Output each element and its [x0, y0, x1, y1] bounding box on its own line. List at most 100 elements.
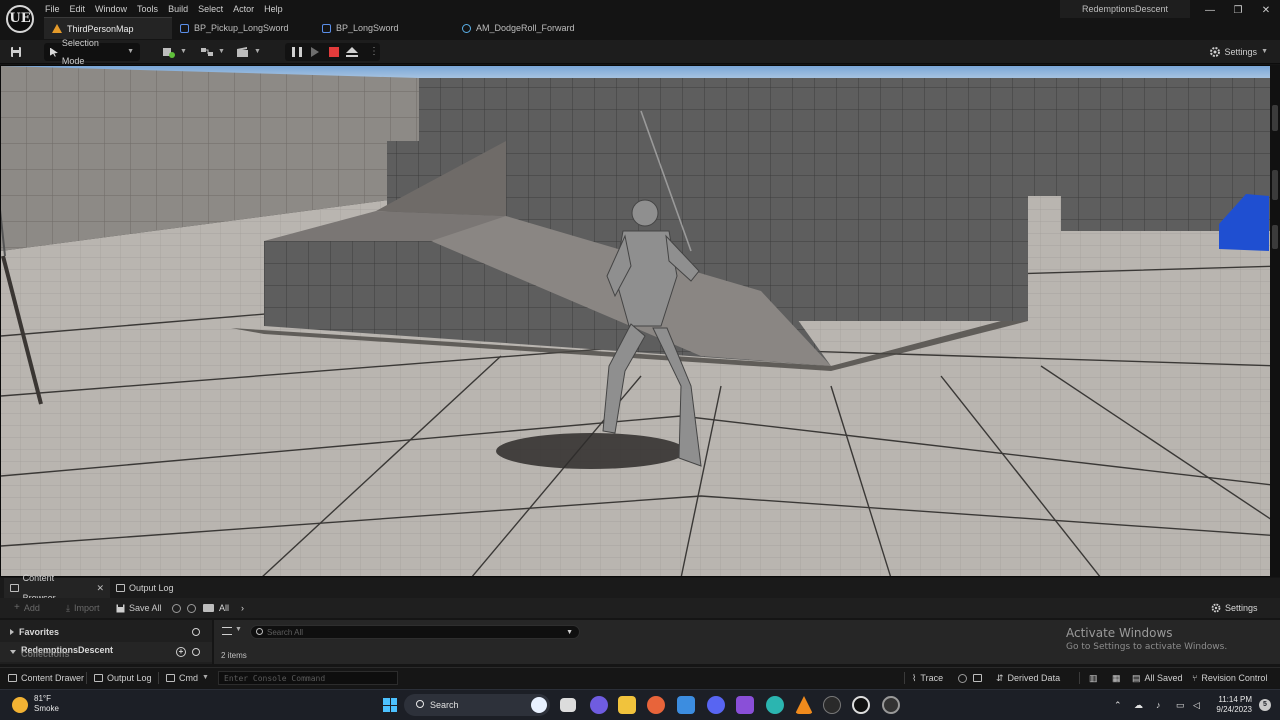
console-command-input[interactable]	[219, 672, 397, 684]
taskbar-search[interactable]: Search	[404, 694, 550, 716]
asset-search-input[interactable]	[267, 626, 557, 638]
restore-button[interactable]: ❐	[1224, 0, 1252, 22]
trace-button[interactable]: ⌇ Trace	[912, 668, 943, 688]
add-button[interactable]: + Add	[14, 598, 40, 618]
expand-arrow-icon	[10, 629, 14, 635]
pause-icon[interactable]	[292, 47, 302, 57]
github-desktop-icon[interactable]	[823, 696, 841, 714]
breadcrumb-all[interactable]: All ›	[219, 598, 244, 618]
tab-bp-longsword[interactable]: BP_LongSword	[314, 17, 454, 39]
close-icon[interactable]: ✕	[96, 578, 104, 598]
blueprint-icon	[180, 23, 189, 33]
blueprint-menu-button[interactable]: ▼	[200, 43, 225, 61]
menu-build[interactable]: Build	[163, 2, 193, 16]
windows-start-icon[interactable]	[383, 698, 397, 712]
output-log-icon	[94, 674, 103, 682]
unreal-logo-icon[interactable]: UE	[6, 5, 34, 33]
watermark-title: Activate Windows	[1066, 626, 1173, 640]
task-view-icon[interactable]	[560, 698, 576, 712]
save-button[interactable]	[10, 43, 22, 61]
level-viewport[interactable]	[0, 65, 1280, 577]
menu-tools[interactable]: Tools	[132, 2, 163, 16]
title-bar: UE File Edit Window Tools Build Select A…	[0, 0, 1280, 40]
volume-icon[interactable]: ◁	[1193, 690, 1200, 720]
content-drawer-button[interactable]: Content Drawer	[8, 668, 84, 688]
menu-select[interactable]: Select	[193, 2, 228, 16]
chevron-down-icon[interactable]: ▼	[566, 626, 573, 639]
vlc-icon[interactable]	[795, 696, 813, 714]
all-saved-indicator[interactable]: ▤ All Saved	[1132, 668, 1183, 688]
epic-launcher-icon[interactable]	[882, 696, 900, 714]
add-collection-icon[interactable]: +	[176, 647, 186, 657]
menu-window[interactable]: Window	[90, 2, 132, 16]
weather-widget[interactable]: 81°F Smoke	[12, 694, 59, 714]
tab-output-log[interactable]: Output Log	[110, 578, 180, 598]
record-button[interactable]	[958, 668, 967, 688]
tab-bp-pickup-longsword[interactable]: BP_Pickup_LongSword	[172, 17, 314, 39]
source-control-button[interactable]: ▦	[1112, 668, 1121, 688]
stop-icon[interactable]	[329, 47, 339, 57]
step-icon[interactable]	[311, 47, 319, 57]
close-button[interactable]: ✕	[1252, 0, 1280, 22]
discord-icon[interactable]	[707, 696, 725, 714]
cmd-dropdown[interactable]: Cmd ▼	[166, 668, 209, 688]
teams-chat-icon[interactable]	[590, 696, 608, 714]
revision-control-button[interactable]: ⑂ Revision Control	[1192, 668, 1267, 688]
tab-am-dodgeroll-forward[interactable]: AM_DodgeRoll_Forward	[454, 17, 584, 39]
cloud-icon[interactable]: ☁	[1134, 690, 1143, 720]
scrollbar-thumb[interactable]	[1272, 170, 1278, 200]
minimize-button[interactable]: —	[1196, 0, 1224, 22]
history-back-button[interactable]	[172, 598, 181, 618]
tab-content-browser[interactable]: Content Browser ✕	[4, 573, 110, 603]
chevron-up-icon[interactable]: ⌃	[1114, 690, 1122, 720]
items-count: 2 items	[221, 651, 247, 660]
microphone-icon[interactable]: ♪	[1156, 690, 1161, 720]
network-icon[interactable]: ▭	[1176, 690, 1185, 720]
import-button[interactable]: ⤓ Import	[66, 598, 100, 618]
app-icon[interactable]	[766, 696, 784, 714]
visual-studio-icon[interactable]	[736, 696, 754, 714]
stats-button[interactable]: ▥	[1089, 668, 1098, 688]
unreal-engine-icon[interactable]	[852, 696, 870, 714]
favorites-section[interactable]: Favorites	[0, 622, 212, 642]
viewport-scrollbar[interactable]	[1270, 65, 1280, 577]
scrollbar-thumb[interactable]	[1272, 225, 1278, 249]
scrollbar-thumb[interactable]	[1272, 105, 1278, 131]
add-actor-button[interactable]: ▼	[162, 43, 187, 61]
project-folder-section[interactable]: RedemptionsDescent Collections +	[0, 642, 212, 662]
path-folder-button[interactable]	[203, 598, 214, 618]
store-icon[interactable]	[677, 696, 695, 714]
revision-control-label: Revision Control	[1201, 673, 1268, 683]
search-icon[interactable]	[192, 648, 200, 656]
viewport-settings-button[interactable]: Settings ▼	[1209, 43, 1268, 61]
cinematics-menu-button[interactable]: ▼	[236, 43, 261, 61]
selection-mode-dropdown[interactable]: Selection Mode ▼	[44, 38, 140, 66]
menu-help[interactable]: Help	[259, 2, 288, 16]
history-forward-button[interactable]	[187, 598, 196, 618]
output-log-button[interactable]: Output Log	[94, 668, 152, 688]
chevron-down-icon: ▼	[127, 48, 134, 55]
filter-icon[interactable]	[222, 627, 232, 635]
file-explorer-icon[interactable]	[618, 696, 636, 714]
taskbar-clock[interactable]: 11:14 PM 9/24/2023	[1216, 695, 1252, 715]
chevron-down-icon: ▼	[1261, 48, 1268, 55]
more-options-icon[interactable]: ⋮	[369, 45, 379, 59]
notification-badge[interactable]: 5	[1259, 699, 1271, 711]
derived-data-button[interactable]: ⇵ Derived Data	[996, 668, 1060, 688]
firefox-icon[interactable]	[647, 696, 665, 714]
save-all-button[interactable]: Save All	[116, 598, 162, 618]
divider	[1079, 672, 1080, 684]
eject-icon[interactable]	[346, 47, 358, 57]
menu-actor[interactable]: Actor	[228, 2, 259, 16]
settings-label: Settings	[1224, 47, 1258, 57]
menu-edit[interactable]: Edit	[65, 2, 91, 16]
search-icon[interactable]	[192, 628, 200, 636]
forward-arrow-icon	[187, 603, 196, 613]
menu-file[interactable]: File	[40, 2, 65, 16]
collapse-arrow-icon	[10, 650, 16, 654]
chevron-down-icon[interactable]: ▼	[235, 626, 242, 633]
asset-search-bar: ▼	[250, 625, 580, 639]
save-status-icon: ▤	[1132, 673, 1141, 683]
content-browser-settings-button[interactable]: Settings	[1211, 598, 1258, 618]
screenshot-button[interactable]	[973, 668, 982, 688]
